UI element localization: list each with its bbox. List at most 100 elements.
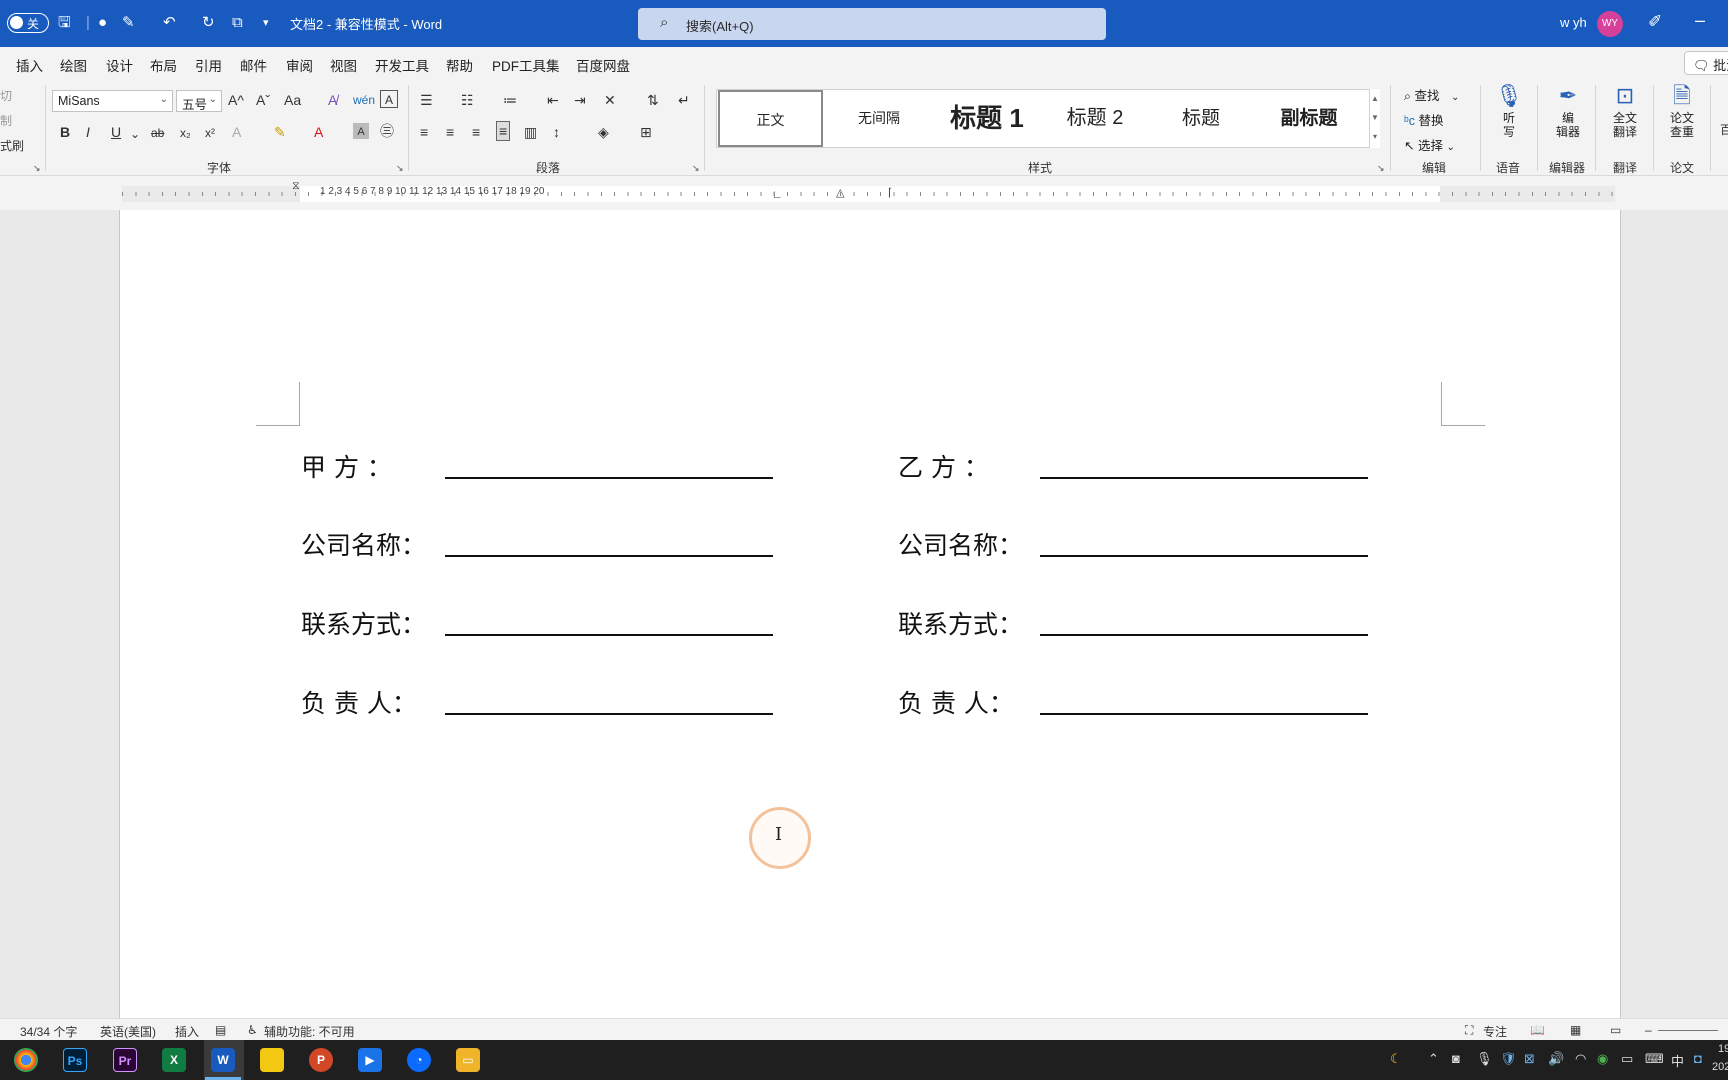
redo-icon[interactable]: ↻ [202, 13, 215, 33]
right-indent-icon[interactable]: △ [836, 186, 844, 199]
indent-marker-icon[interactable]: ⧖ [292, 180, 300, 193]
designer-icon[interactable]: ✐ [1648, 12, 1662, 32]
party-a-line[interactable] [445, 477, 773, 479]
find-button[interactable]: ⌕ 查找 ⌄ [1404, 85, 1459, 104]
customize-qat-icon[interactable]: ▾ [263, 13, 269, 33]
tab-stop-icon[interactable]: ∟ [772, 189, 783, 201]
justify-icon[interactable]: ≡ [496, 121, 511, 141]
keyboard-icon[interactable]: ⌨ [1645, 1051, 1664, 1067]
contact-line-a[interactable] [445, 634, 773, 636]
clock-date[interactable]: 202 [1712, 1061, 1728, 1073]
powerpoint-icon[interactable]: P [309, 1048, 333, 1072]
sort-icon[interactable]: ⇅ [647, 91, 659, 109]
tab-review[interactable]: 审阅 [286, 55, 313, 75]
chevron-up-icon[interactable]: ▲ [1370, 89, 1380, 108]
column-marker-icon[interactable]: ⌈ [888, 186, 892, 199]
tab-mailings[interactable]: 邮件 [240, 55, 267, 75]
clock-time[interactable]: 19 [1718, 1043, 1728, 1055]
wechat-icon[interactable]: ◉ [1597, 1051, 1608, 1067]
tab-view[interactable]: 视图 [330, 55, 357, 75]
style-heading-2[interactable]: 标题 2 [1045, 90, 1145, 147]
style-heading-1[interactable]: 标题 1 [935, 90, 1039, 147]
tab-insert[interactable]: 插入 [16, 55, 43, 75]
user-name[interactable]: w yh [1560, 15, 1587, 30]
increase-indent-icon[interactable]: ⇥ [574, 91, 586, 109]
record-icon[interactable]: ● [98, 13, 107, 33]
microphone-icon[interactable]: 🎙 [1476, 1051, 1493, 1067]
numbering-icon[interactable]: ☷ [461, 91, 474, 109]
subscript-button[interactable]: x₂ [180, 124, 191, 142]
italic-button[interactable]: I [86, 123, 90, 141]
comment-button[interactable]: 🗨 批注 [1684, 51, 1728, 75]
chevron-down-icon[interactable]: ▼ [1370, 108, 1380, 127]
search-box[interactable]: ⌕ 搜索(Alt+Q) [638, 8, 1106, 40]
tab-references[interactable]: 引用 [195, 55, 222, 75]
input-method[interactable]: 中 [1671, 1051, 1684, 1070]
underline-button[interactable]: U [111, 123, 121, 141]
format-painter-button[interactable]: 式刷 [0, 137, 24, 155]
word-count[interactable]: 34/34 个字 [20, 1023, 77, 1040]
font-name-select[interactable]: MiSans ⌄ [52, 90, 173, 112]
align-right-icon[interactable]: ≡ [472, 123, 480, 141]
replace-button[interactable]: ᵇc 替换 [1404, 110, 1443, 129]
shrink-font-icon[interactable]: Aˇ [256, 91, 270, 109]
align-center-icon[interactable]: ≡ [446, 123, 454, 141]
web-layout-icon[interactable]: ▭ [1610, 1023, 1621, 1037]
borders-icon[interactable]: ⊞ [640, 123, 652, 141]
style-subtitle[interactable]: 副标题 [1257, 90, 1361, 147]
speaker-icon[interactable]: 🔊 [1548, 1051, 1564, 1067]
night-mode-icon[interactable]: ☾ [1390, 1051, 1402, 1067]
select-button[interactable]: ↖ 选择 ⌄ [1404, 135, 1455, 154]
highlight-icon[interactable]: ✎ [274, 123, 286, 141]
excel-icon[interactable]: X [162, 1048, 186, 1072]
macro-icon[interactable]: ▤ [215, 1023, 226, 1037]
style-no-spacing[interactable]: 无间隔 [829, 90, 929, 147]
clear-format-icon[interactable]: A̸ [328, 91, 337, 109]
browser-icon[interactable]: ◔ [407, 1048, 431, 1072]
style-title[interactable]: 标题 [1151, 90, 1251, 147]
styles-scroll[interactable]: ▲ ▼ ▾ [1369, 89, 1380, 148]
chevron-up-icon[interactable]: ⌃ [1428, 1051, 1439, 1067]
zoom-slider[interactable] [1658, 1030, 1718, 1031]
distribute-icon[interactable]: ▥ [524, 123, 537, 141]
shading-icon[interactable]: ◈ [598, 123, 609, 141]
clipboard-launcher-icon[interactable]: ↘ [33, 163, 41, 174]
battery-icon[interactable]: ▭ [1621, 1051, 1633, 1067]
font-size-select[interactable]: 五号 ⌄ [176, 90, 222, 112]
grow-font-icon[interactable]: A^ [228, 91, 244, 109]
insert-mode[interactable]: 插入 [175, 1023, 199, 1040]
draw-icon[interactable]: ✎ [122, 13, 135, 33]
character-border-icon[interactable]: A [380, 90, 398, 108]
text-effects-icon[interactable]: A [232, 123, 241, 141]
party-b-line[interactable] [1040, 477, 1368, 479]
styles-launcher-icon[interactable]: ↘ [1377, 163, 1385, 174]
chevron-down-icon[interactable]: ⌄ [130, 125, 140, 143]
responsible-line-a[interactable] [445, 713, 773, 715]
character-shading-icon[interactable]: A [353, 123, 369, 139]
qq-icon[interactable]: ◘ [1694, 1051, 1702, 1066]
multilevel-list-icon[interactable]: ≔ [503, 91, 517, 109]
change-case-icon[interactable]: Aa [284, 91, 301, 109]
contact-line-b[interactable] [1040, 634, 1368, 636]
bold-button[interactable]: B [60, 123, 70, 141]
powerbi-icon[interactable] [260, 1048, 284, 1072]
tab-layout[interactable]: 布局 [150, 55, 177, 75]
touch-mode-icon[interactable]: ⧉ [232, 13, 243, 33]
translate-button[interactable]: ⊡ 全文 翻译 [1604, 81, 1646, 139]
superscript-button[interactable]: x² [205, 124, 215, 142]
premiere-icon[interactable]: Pr [113, 1048, 137, 1072]
enclose-character-icon[interactable]: ㊂ [380, 122, 394, 140]
avatar[interactable]: WY [1597, 11, 1623, 37]
bullets-icon[interactable]: ☰ [420, 91, 433, 109]
tab-help[interactable]: 帮助 [446, 55, 473, 75]
responsible-line-b[interactable] [1040, 713, 1368, 715]
photoshop-icon[interactable]: Ps [63, 1048, 87, 1072]
accessibility-status[interactable]: 辅助功能: 不可用 [264, 1023, 355, 1040]
overflow-group[interactable]: 百 [1720, 121, 1728, 139]
save-icon[interactable]: 🖫 [58, 13, 71, 33]
page[interactable]: 甲 方 ： 公司名称： 联系方式： 负 责 人： 乙 方 ： 公司名称： 联系方… [119, 210, 1621, 1018]
more-styles-icon[interactable]: ▾ [1370, 127, 1380, 146]
word-icon[interactable]: W [205, 1048, 241, 1080]
copy-button[interactable]: 制 [0, 112, 12, 130]
minimize-icon[interactable]: – [1695, 10, 1705, 31]
